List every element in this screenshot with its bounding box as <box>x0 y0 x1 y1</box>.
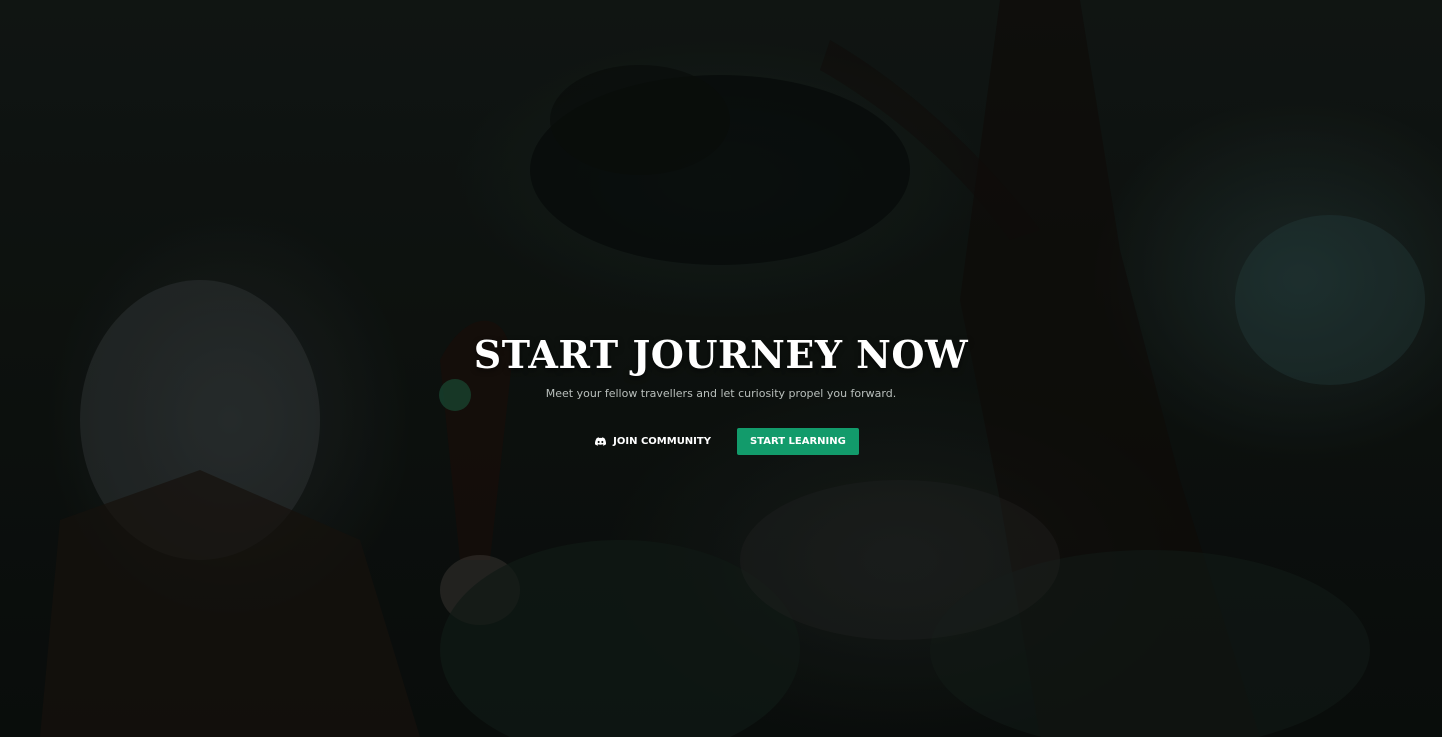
join-community-button[interactable]: JOIN COMMUNITY <box>583 428 723 455</box>
page-title: START JOURNEY NOW <box>473 332 969 377</box>
start-learning-label: START LEARNING <box>749 436 846 447</box>
join-community-label: JOIN COMMUNITY <box>613 436 711 447</box>
hero-content: START JOURNEY NOW Meet your fellow trave… <box>0 330 1442 455</box>
discord-icon <box>595 437 607 446</box>
hero-section: START JOURNEY NOW Meet your fellow trave… <box>0 0 1442 737</box>
hero-subtitle: Meet your fellow travellers and let curi… <box>545 387 897 400</box>
hero-actions: JOIN COMMUNITY START LEARNING <box>0 428 1442 455</box>
start-learning-button[interactable]: START LEARNING <box>736 428 859 455</box>
